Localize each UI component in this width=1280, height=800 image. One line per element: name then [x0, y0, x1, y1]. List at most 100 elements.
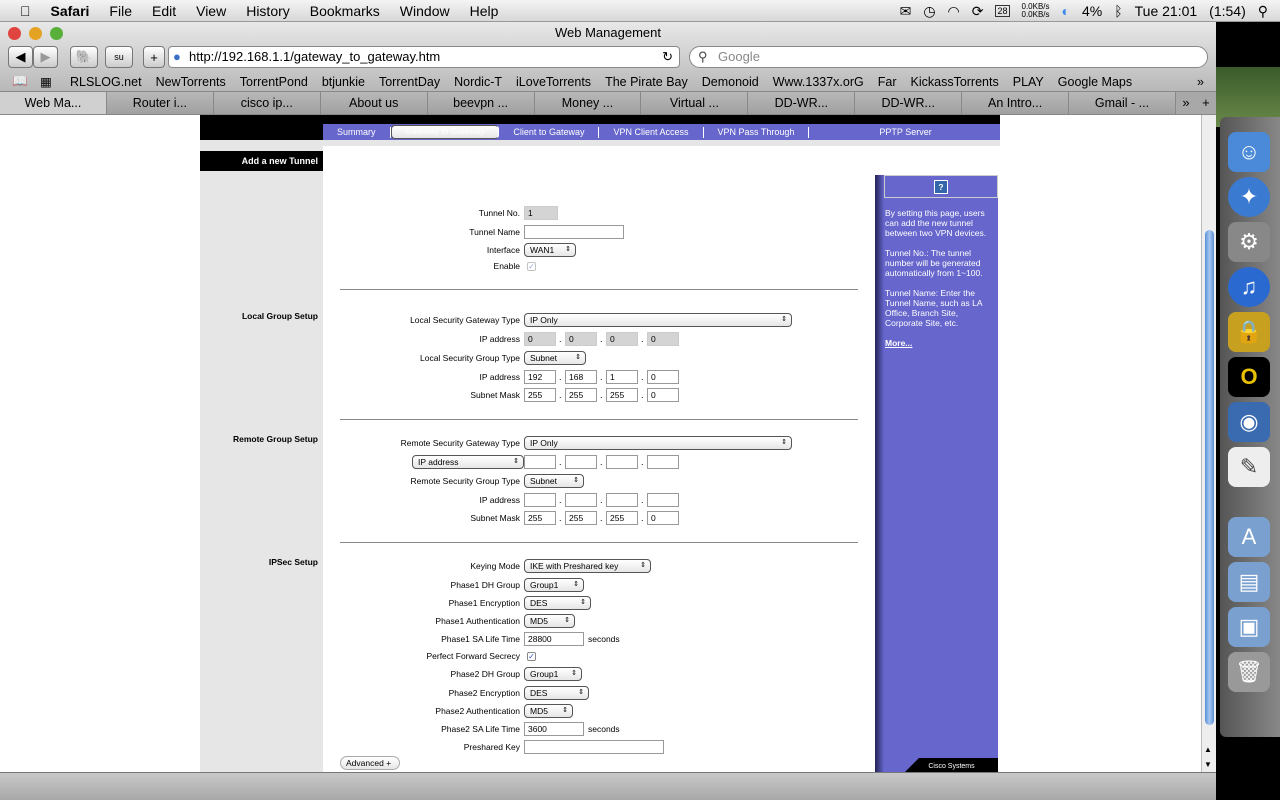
ip-octet-input[interactable]: 1 [606, 370, 638, 384]
ip-octet-input[interactable] [524, 493, 556, 507]
top-sites-icon[interactable]: ▦ [40, 74, 52, 89]
text-input[interactable] [524, 740, 664, 754]
text-input[interactable]: 1 [524, 206, 558, 220]
bookmark-item[interactable]: PLAY [1013, 75, 1044, 89]
select-dropdown[interactable]: Group1 ⇕ [524, 667, 582, 681]
add-bookmark-button[interactable]: + [143, 46, 165, 68]
browser-tab[interactable]: About us [320, 92, 428, 114]
browser-tab[interactable]: Web Ma... [0, 92, 107, 114]
safari-icon[interactable]: ✦ [1228, 177, 1270, 217]
pie-icon[interactable]: ◐ [1062, 3, 1070, 19]
mail-icon[interactable]: ✉ [900, 3, 912, 20]
scrollbar-thumb[interactable] [1205, 230, 1214, 725]
bookmark-item[interactable]: btjunkie [322, 75, 365, 89]
text-input[interactable]: 28800 [524, 632, 584, 646]
back-button[interactable]: ◀ [8, 46, 33, 68]
select-dropdown[interactable]: IP Only ⇕ [524, 313, 792, 327]
bookmark-item[interactable]: Nordic-T [454, 75, 502, 89]
ip-octet-input[interactable] [606, 493, 638, 507]
finder-icon[interactable]: ☺ [1228, 132, 1270, 172]
bookmark-item[interactable]: RLSLOG.net [70, 75, 142, 89]
search-field[interactable]: ⚲ Google [689, 46, 1208, 68]
help-icon[interactable]: ? [934, 179, 948, 194]
bookmark-item[interactable]: Far [878, 75, 897, 89]
forward-button[interactable]: ▶ [33, 46, 58, 68]
bookmark-item[interactable]: Demonoid [702, 75, 759, 89]
menu-bookmarks[interactable]: Bookmarks [300, 3, 390, 19]
select-dropdown[interactable]: Subnet ⇕ [524, 351, 586, 365]
bluetooth-icon[interactable]: ᛒ [1114, 3, 1122, 19]
browser-tab[interactable]: Money ... [534, 92, 642, 114]
browser-tab[interactable]: DD-WR... [855, 92, 963, 114]
sync-icon[interactable]: ⟳ [972, 3, 984, 20]
tabs-overflow-icon[interactable]: » [1176, 92, 1196, 114]
textedit-icon[interactable]: ✎ [1228, 447, 1270, 487]
nav-tab[interactable]: Summary [323, 126, 391, 138]
text-input[interactable] [524, 225, 624, 239]
scroll-down-arrow[interactable]: ▼ [1204, 760, 1212, 769]
bookmark-item[interactable]: KickassTorrents [911, 75, 999, 89]
select-dropdown[interactable]: DES ⇕ [524, 596, 591, 610]
browser-tab[interactable]: Router i... [106, 92, 214, 114]
calendar-icon[interactable]: 28 [995, 5, 1010, 17]
battery-time[interactable]: (1:54) [1209, 3, 1246, 19]
documents-folder-icon[interactable]: ▤ [1228, 562, 1270, 602]
ip-octet-input[interactable]: 255 [565, 511, 597, 525]
ip-octet-input[interactable]: 255 [565, 388, 597, 402]
menu-help[interactable]: Help [460, 3, 509, 19]
select-dropdown[interactable]: MD5 ⇕ [524, 704, 573, 718]
ip-octet-input[interactable]: 0 [565, 332, 597, 346]
browser-tab[interactable]: Gmail - ... [1069, 92, 1176, 114]
wifi-icon[interactable]: ◠ [948, 3, 960, 20]
ip-octet-input[interactable] [647, 493, 679, 507]
system-preferences-icon[interactable]: ⚙ [1228, 222, 1270, 262]
nav-tab[interactable]: Client to Gateway [499, 126, 600, 138]
bookmark-item[interactable]: Www.1337x.orG [773, 75, 864, 89]
ip-octet-input[interactable] [565, 493, 597, 507]
nav-tab[interactable]: PPTP Server [809, 127, 945, 138]
time-machine-icon[interactable]: ◷ [923, 3, 935, 20]
reload-icon[interactable]: ↻ [662, 47, 673, 67]
menu-history[interactable]: History [236, 3, 300, 19]
trash-icon[interactable]: 🗑 [1228, 652, 1270, 692]
ip-octet-input[interactable]: 0 [647, 511, 679, 525]
select-dropdown[interactable]: IP Only ⇕ [524, 436, 792, 450]
evernote-icon[interactable]: 🐘 [70, 46, 98, 68]
ip-octet-input[interactable] [606, 455, 638, 469]
select-dropdown[interactable]: Subnet ⇕ [524, 474, 584, 488]
preview-icon[interactable]: ◉ [1228, 402, 1270, 442]
select-dropdown[interactable]: WAN1 ⇕ [524, 243, 576, 257]
nav-tab[interactable]: VPN Client Access [599, 126, 704, 138]
apple-icon[interactable]:  [0, 3, 41, 19]
bookmark-item[interactable]: Google Maps [1058, 75, 1132, 89]
ip-octet-input[interactable] [565, 455, 597, 469]
bookmarks-overflow-icon[interactable]: » [1197, 75, 1204, 89]
help-more-link[interactable]: More... [885, 338, 997, 348]
ip-octet-input[interactable]: 192 [524, 370, 556, 384]
ip-octet-input[interactable]: 0 [524, 332, 556, 346]
menu-app[interactable]: Safari [41, 3, 100, 19]
itunes-icon[interactable]: ♫ [1228, 267, 1270, 307]
menu-edit[interactable]: Edit [142, 3, 186, 19]
select-dropdown[interactable]: IKE with Preshared key ⇕ [524, 559, 651, 573]
select-dropdown[interactable]: DES ⇕ [524, 686, 589, 700]
ip-octet-input[interactable]: 255 [606, 388, 638, 402]
bookmark-item[interactable]: TorrentDay [379, 75, 440, 89]
ip-octet-input[interactable]: 0 [647, 388, 679, 402]
vertical-scrollbar[interactable]: ▲ ▼ [1201, 115, 1216, 772]
reading-list-icon[interactable]: 📖 [12, 74, 28, 89]
browser-tab[interactable]: DD-WR... [748, 92, 856, 114]
downloads-folder-icon[interactable]: ▣ [1228, 607, 1270, 647]
applications-folder-icon[interactable]: A [1228, 517, 1270, 557]
checkbox[interactable]: ✓ [527, 262, 536, 271]
new-tab-button[interactable]: + [1196, 92, 1216, 114]
keychain-icon[interactable]: 🔒 [1228, 312, 1270, 352]
ip-octet-input[interactable] [647, 455, 679, 469]
address-bar[interactable]: ● http://192.168.1.1/gateway_to_gateway.h… [168, 46, 680, 68]
select-dropdown[interactable]: Group1 ⇕ [524, 578, 584, 592]
checkbox[interactable]: ✓ [527, 652, 536, 661]
advanced-button[interactable]: Advanced + [340, 756, 400, 770]
menu-view[interactable]: View [186, 3, 236, 19]
browser-tab[interactable]: An Intro... [962, 92, 1070, 114]
bookmark-item[interactable]: iLoveTorrents [516, 75, 591, 89]
